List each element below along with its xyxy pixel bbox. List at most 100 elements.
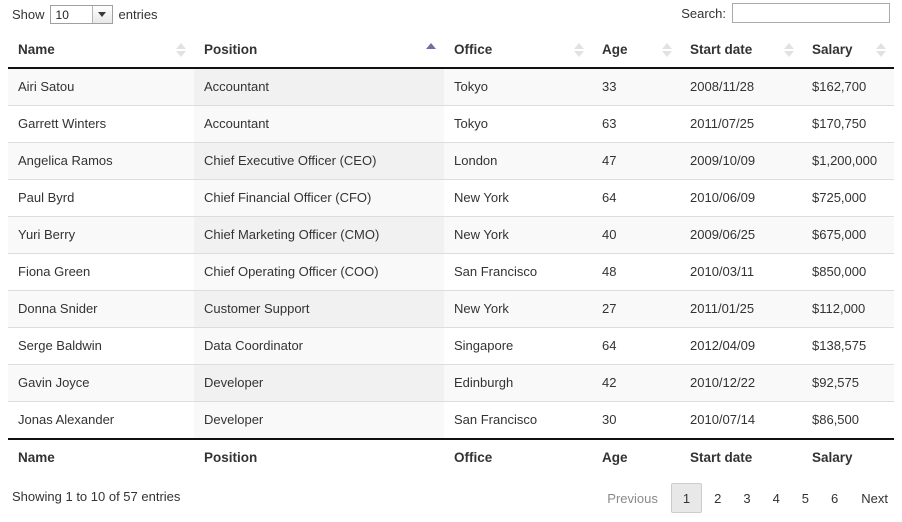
header-row: Name Position Office Age Start date Sala… bbox=[8, 32, 894, 69]
cell-age: 47 bbox=[592, 141, 680, 179]
footer-column-salary: Salary bbox=[802, 440, 894, 475]
chevron-down-icon[interactable] bbox=[91, 6, 112, 23]
employees-table: Name Position Office Age Start date Sala… bbox=[8, 32, 894, 438]
table-row[interactable]: Fiona Green Chief Operating Officer (COO)… bbox=[8, 252, 894, 290]
table-controls-bar: Show 10 entries Search: bbox=[8, 0, 894, 32]
employees-table-footer: Name Position Office Age Start date Sala… bbox=[8, 440, 894, 475]
column-header-start-date-label: Start date bbox=[690, 42, 753, 57]
cell-start: 2011/01/25 bbox=[680, 289, 802, 327]
cell-position: Customer Support bbox=[194, 289, 444, 327]
cell-office: New York bbox=[444, 215, 592, 253]
table-row[interactable]: Airi Satou Accountant Tokyo 33 2008/11/28 $16… bbox=[8, 68, 894, 105]
page-length-label-prefix: Show bbox=[12, 7, 45, 22]
column-header-name-label: Name bbox=[18, 42, 55, 57]
cell-start: 2008/11/28 bbox=[680, 68, 802, 105]
cell-office: New York bbox=[444, 178, 592, 216]
datatable-wrapper: Show 10 entries Search: Name Position Of… bbox=[0, 0, 902, 522]
table-row[interactable]: Gavin Joyce Developer Edinburgh 42 2010/12/2… bbox=[8, 363, 894, 401]
column-header-salary-label: Salary bbox=[812, 42, 853, 57]
cell-age: 30 bbox=[592, 400, 680, 438]
cell-office: Singapore bbox=[444, 326, 592, 364]
cell-salary: $850,000 bbox=[802, 252, 894, 290]
column-header-position[interactable]: Position bbox=[194, 32, 444, 69]
sort-icon-salary[interactable] bbox=[876, 42, 886, 57]
table-row[interactable]: Paul Byrd Chief Financial Officer (CFO) Ne… bbox=[8, 178, 894, 216]
cell-position: Developer bbox=[194, 363, 444, 401]
cell-position: Data Coordinator bbox=[194, 326, 444, 364]
footer-column-age: Age bbox=[592, 440, 680, 475]
cell-salary: $675,000 bbox=[802, 215, 894, 253]
cell-start: 2009/06/25 bbox=[680, 215, 802, 253]
footer-column-office: Office bbox=[444, 440, 592, 475]
table-row[interactable]: Garrett Winters Accountant Tokyo 63 2011/07/… bbox=[8, 104, 894, 142]
column-header-start-date[interactable]: Start date bbox=[680, 32, 802, 69]
pagination-next[interactable]: Next bbox=[850, 486, 893, 510]
column-header-position-label: Position bbox=[204, 42, 258, 57]
cell-salary: $112,000 bbox=[802, 289, 894, 327]
search-input[interactable] bbox=[732, 3, 890, 23]
cell-position: Chief Executive Officer (CEO) bbox=[194, 141, 444, 179]
pagination-page-5[interactable]: 5 bbox=[792, 486, 819, 510]
table-foot: Name Position Office Age Start date Sala… bbox=[8, 440, 894, 475]
cell-office: San Francisco bbox=[444, 400, 592, 438]
cell-name: Paul Byrd bbox=[8, 178, 194, 216]
cell-name: Donna Snider bbox=[8, 289, 194, 327]
cell-name: Angelica Ramos bbox=[8, 141, 194, 179]
column-header-salary[interactable]: Salary bbox=[802, 32, 894, 69]
sort-icon-office[interactable] bbox=[574, 42, 584, 57]
column-header-office[interactable]: Office bbox=[444, 32, 592, 69]
cell-name: Jonas Alexander bbox=[8, 400, 194, 438]
cell-office: Tokyo bbox=[444, 68, 592, 105]
table-row[interactable]: Donna Snider Customer Support New York 27 20… bbox=[8, 289, 894, 327]
cell-salary: $170,750 bbox=[802, 104, 894, 142]
cell-name: Gavin Joyce bbox=[8, 363, 194, 401]
cell-age: 48 bbox=[592, 252, 680, 290]
table-row[interactable]: Yuri Berry Chief Marketing Officer (CMO) N… bbox=[8, 215, 894, 253]
cell-salary: $1,200,000 bbox=[802, 141, 894, 179]
sort-icon-start-date[interactable] bbox=[784, 42, 794, 57]
cell-age: 42 bbox=[592, 363, 680, 401]
column-header-age-label: Age bbox=[602, 42, 628, 57]
pagination-page-6[interactable]: 6 bbox=[821, 486, 848, 510]
pagination-previous[interactable]: Previous bbox=[602, 486, 669, 510]
cell-age: 63 bbox=[592, 104, 680, 142]
pagination-page-4[interactable]: 4 bbox=[763, 486, 790, 510]
cell-start: 2012/04/09 bbox=[680, 326, 802, 364]
sort-icon-position-ascending[interactable] bbox=[426, 42, 436, 57]
pagination: Previous 1 2 3 4 5 6 Next bbox=[601, 483, 894, 513]
page-length-control: Show 10 entries bbox=[12, 5, 158, 24]
table-row[interactable]: Jonas Alexander Developer San Francisco 30 2… bbox=[8, 400, 894, 438]
cell-position: Accountant bbox=[194, 104, 444, 142]
table-row[interactable]: Angelica Ramos Chief Executive Officer (C… bbox=[8, 141, 894, 179]
page-length-select[interactable]: 10 bbox=[49, 5, 113, 24]
footer-row: Name Position Office Age Start date Sala… bbox=[8, 440, 894, 475]
pagination-page-3[interactable]: 3 bbox=[733, 486, 760, 510]
table-body: Airi Satou Accountant Tokyo 33 2008/11/28 $16… bbox=[8, 68, 894, 438]
footer-column-start-date: Start date bbox=[680, 440, 802, 475]
column-header-age[interactable]: Age bbox=[592, 32, 680, 69]
cell-office: San Francisco bbox=[444, 252, 592, 290]
page-length-value: 10 bbox=[50, 6, 92, 23]
table-head: Name Position Office Age Start date Sala… bbox=[8, 32, 894, 69]
cell-start: 2010/03/11 bbox=[680, 252, 802, 290]
cell-name: Garrett Winters bbox=[8, 104, 194, 142]
column-header-name[interactable]: Name bbox=[8, 32, 194, 69]
cell-office: Tokyo bbox=[444, 104, 592, 142]
table-row[interactable]: Serge Baldwin Data Coordinator Singapore 64… bbox=[8, 326, 894, 364]
cell-age: 27 bbox=[592, 289, 680, 327]
cell-start: 2009/10/09 bbox=[680, 141, 802, 179]
cell-age: 40 bbox=[592, 215, 680, 253]
cell-age: 33 bbox=[592, 68, 680, 105]
cell-salary: $138,575 bbox=[802, 326, 894, 364]
cell-name: Serge Baldwin bbox=[8, 326, 194, 364]
column-header-office-label: Office bbox=[454, 42, 493, 57]
cell-name: Airi Satou bbox=[8, 68, 194, 105]
cell-start: 2010/06/09 bbox=[680, 178, 802, 216]
table-footer-bar: Showing 1 to 10 of 57 entries Previous 1 2… bbox=[8, 477, 894, 517]
pagination-page-1[interactable]: 1 bbox=[670, 483, 703, 513]
pagination-page-2[interactable]: 2 bbox=[704, 486, 731, 510]
sort-icon-age[interactable] bbox=[662, 42, 672, 57]
sort-icon-name[interactable] bbox=[176, 42, 186, 57]
cell-salary: $86,500 bbox=[802, 400, 894, 438]
cell-office: New York bbox=[444, 289, 592, 327]
